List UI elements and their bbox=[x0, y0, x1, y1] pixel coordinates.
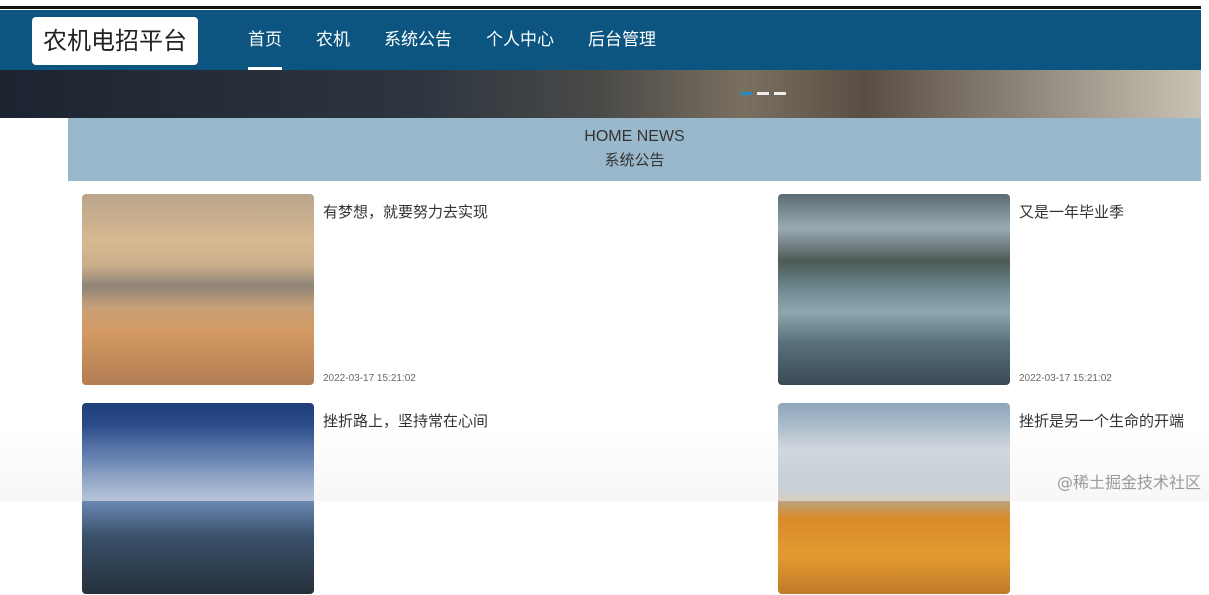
news-item[interactable]: 又是一年毕业季 2022-03-17 15:21:02 bbox=[778, 194, 1208, 386]
nav-admin[interactable]: 后台管理 bbox=[588, 10, 656, 70]
carousel-dot[interactable] bbox=[740, 92, 752, 95]
news-item[interactable]: 挫折路上，坚持常在心间 bbox=[82, 403, 512, 595]
site-logo[interactable]: 农机电招平台 bbox=[32, 17, 198, 65]
news-thumbnail[interactable] bbox=[778, 194, 1010, 385]
nav-personal-center[interactable]: 个人中心 bbox=[486, 10, 554, 70]
carousel-dot[interactable] bbox=[757, 92, 769, 95]
news-title[interactable]: 又是一年毕业季 bbox=[1019, 201, 1124, 222]
main-menu: 首页 农机 系统公告 个人中心 后台管理 bbox=[248, 10, 690, 70]
section-title-en: HOME NEWS bbox=[584, 128, 685, 145]
news-title[interactable]: 挫折路上，坚持常在心间 bbox=[323, 410, 488, 431]
news-thumbnail[interactable] bbox=[82, 403, 314, 594]
news-item[interactable]: 有梦想，就要努力去实现 2022-03-17 15:21:02 bbox=[82, 194, 512, 386]
nav-home[interactable]: 首页 bbox=[248, 10, 282, 70]
banner-carousel[interactable] bbox=[0, 70, 1201, 118]
top-navbar: 农机电招平台 首页 农机 系统公告 个人中心 后台管理 bbox=[0, 10, 1201, 70]
news-section-header: HOME NEWS 系统公告 bbox=[68, 118, 1201, 181]
watermark: @稀土掘金技术社区 bbox=[1056, 473, 1201, 492]
top-border bbox=[0, 0, 1209, 9]
news-date: 2022-03-17 15:21:02 bbox=[323, 373, 416, 384]
nav-announcements[interactable]: 系统公告 bbox=[384, 10, 452, 70]
news-date: 2022-03-17 15:21:02 bbox=[1019, 373, 1112, 384]
page-edge bbox=[1201, 0, 1209, 501]
news-title[interactable]: 挫折是另一个生命的开端 bbox=[1019, 410, 1184, 431]
news-thumbnail[interactable] bbox=[82, 194, 314, 385]
news-thumbnail[interactable] bbox=[778, 403, 1010, 594]
news-item[interactable]: 挫折是另一个生命的开端 bbox=[778, 403, 1208, 595]
news-title[interactable]: 有梦想，就要努力去实现 bbox=[323, 201, 488, 222]
nav-machinery[interactable]: 农机 bbox=[316, 10, 350, 70]
carousel-dot[interactable] bbox=[774, 92, 786, 95]
carousel-indicators bbox=[740, 92, 786, 95]
section-title-cn: 系统公告 bbox=[604, 151, 665, 169]
